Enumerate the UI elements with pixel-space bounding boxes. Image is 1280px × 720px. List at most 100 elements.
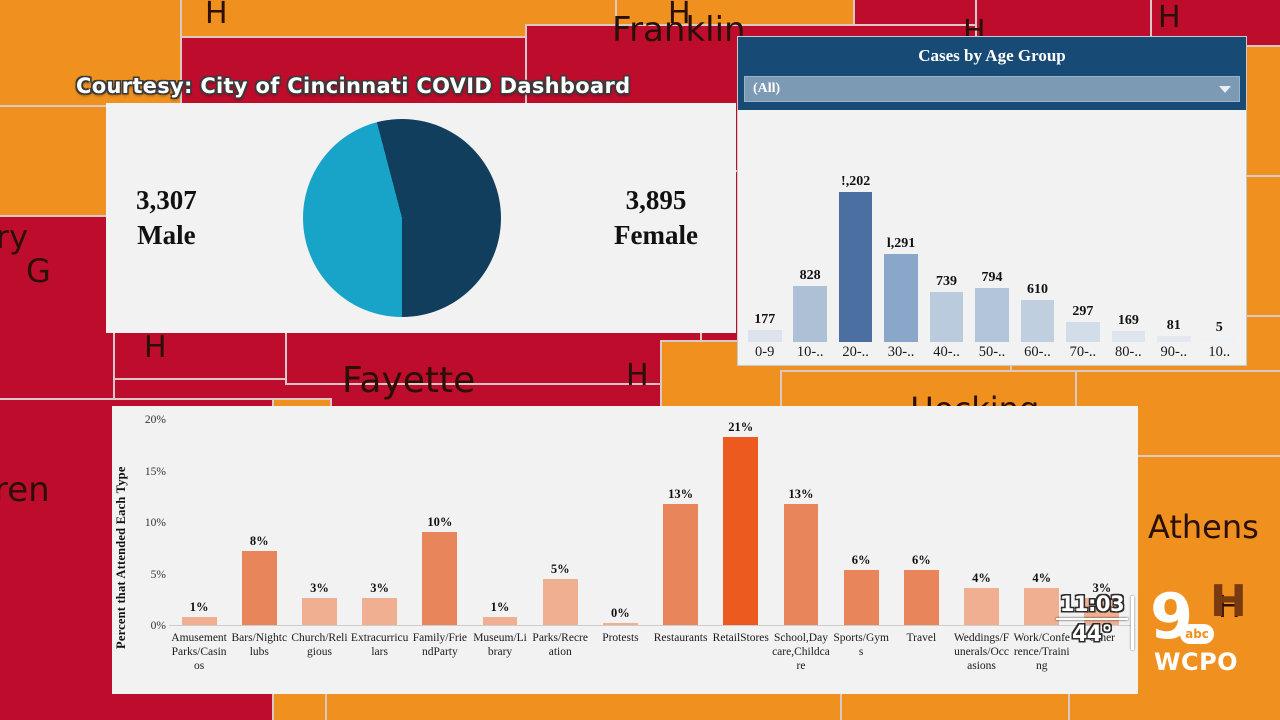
age-bar[interactable] [838, 192, 873, 342]
age-tick-label: 90-.. [1160, 344, 1188, 360]
activity-bar[interactable] [903, 569, 939, 626]
activity-bar[interactable] [302, 597, 337, 626]
time-temperature-widget: 11:03 44° [1046, 592, 1138, 647]
age-bar[interactable] [1066, 321, 1100, 342]
activity-category-label: Amusement Parks/Casinos [171, 632, 227, 673]
pie-circle [303, 119, 502, 317]
age-group-dropdown-value: (All) [753, 81, 781, 96]
map-label: Fayette [342, 360, 476, 401]
age-bar[interactable] [884, 254, 918, 342]
activity-category-label: Church/Religious [291, 632, 348, 659]
map-label: H [668, 0, 691, 31]
activity-bar-column: 0% [590, 420, 650, 626]
activity-bar-column: 13% [651, 420, 711, 626]
activity-bar-value: 3% [310, 580, 329, 595]
age-bar[interactable] [1111, 330, 1146, 342]
activity-bar[interactable] [663, 503, 699, 626]
age-bar-value: 610 [1026, 282, 1048, 298]
activity-category-label: Sports/Gyms [833, 632, 889, 659]
activity-bar-value: 3% [370, 580, 390, 595]
divider [1056, 618, 1128, 620]
chevron-down-icon [1219, 85, 1231, 93]
activity-bar-value: 10% [427, 515, 453, 529]
age-tick-label: 10.. [1208, 344, 1231, 360]
age-bar[interactable] [975, 287, 1009, 342]
male-stat: 3,307 Male [136, 183, 197, 252]
age-bar-column: 828 [787, 110, 832, 342]
age-bar[interactable] [929, 291, 964, 342]
activity-bar[interactable] [422, 532, 458, 626]
map-label: H [1158, 0, 1181, 35]
activity-bars: 1% 8% 3% 3% 10% 1% 5% 0% 13% 21% 13% 6% 6% 4% 4% 3% [169, 420, 1132, 626]
age-bar[interactable] [747, 329, 782, 342]
age-bar-column: 169 [1106, 110, 1151, 342]
activity-bar[interactable] [362, 597, 398, 626]
activity-y-tick: 20% [144, 414, 166, 426]
logo-callsign: WCPO [1154, 648, 1239, 676]
map-label: H [205, 0, 228, 31]
age-tick-label: 30-.. [887, 344, 915, 360]
age-bar-column: 297 [1060, 110, 1105, 342]
abc-network-icon: abc [1180, 624, 1214, 644]
activity-bar-value: 1% [189, 599, 209, 614]
map-label: ren [0, 470, 50, 510]
activity-category-label: Restaurants [653, 632, 708, 644]
age-bar-column: 177 [742, 110, 787, 342]
activity-y-tick: 0% [150, 620, 166, 632]
activity-y-tick: 10% [144, 517, 166, 529]
map-label: G [26, 252, 51, 290]
age-bar-value: 739 [936, 273, 958, 289]
age-bar[interactable] [1202, 338, 1237, 342]
activity-bar-value: 13% [668, 486, 694, 501]
activity-bar[interactable] [723, 437, 759, 626]
current-temperature: 44° [1071, 622, 1113, 647]
activity-bar[interactable] [241, 550, 277, 626]
age-tick-label: 70-.. [1069, 344, 1097, 360]
age-filter-zone: (All) [738, 76, 1246, 110]
age-bar-column: 794 [969, 110, 1014, 342]
activity-category-label: Protests [602, 632, 639, 644]
age-bar-column: !,202 [833, 110, 878, 342]
vertical-divider [1131, 596, 1134, 650]
logo-hd-suffix: H [1210, 576, 1247, 627]
activity-bar-column: 10% [410, 420, 470, 626]
activity-bar-column: 3% [289, 420, 349, 626]
age-bar-column: 739 [924, 110, 969, 342]
male-label: Male [137, 220, 196, 250]
activity-bar[interactable] [964, 588, 999, 626]
age-bar-value: 794 [981, 269, 1003, 285]
age-group-dropdown[interactable]: (All) [744, 76, 1240, 102]
activity-category-label: Weddings/Funerals/Occasions [953, 632, 1010, 673]
age-tick-label: 60-.. [1024, 344, 1051, 360]
male-count: 3,307 [136, 185, 197, 216]
cases-by-sex-panel: 3,307 Male 3,895 Female [106, 103, 736, 333]
age-bar[interactable] [1020, 300, 1055, 342]
activity-bar-value: 13% [788, 486, 814, 501]
female-count: 3,895 [625, 185, 687, 216]
activity-bar[interactable] [542, 579, 578, 626]
activity-category-label: Parks/Recreation [532, 632, 588, 659]
wcpo-logo: H 9 abc WCPO [1148, 580, 1258, 677]
activity-bar-value: 8% [249, 533, 269, 548]
age-x-axis: 0-9 10-.. 20-.. 30-.. 40-.. 50-.. 60-.. 70-.. 80… [738, 342, 1246, 365]
activity-bar-value: 5% [550, 562, 570, 576]
female-stat: 3,895 Female [614, 183, 698, 252]
age-bar[interactable] [793, 285, 827, 342]
activity-bar[interactable] [843, 569, 879, 626]
sex-pie-chart [303, 119, 502, 317]
activity-bar-column: 13% [771, 420, 831, 626]
age-bar-value: 177 [754, 311, 776, 327]
female-label: Female [614, 220, 698, 250]
activity-attendance-panel: Percent that Attended Each Type 0% 5% 10% 1… [112, 406, 1138, 694]
age-bar[interactable] [1156, 336, 1191, 342]
activity-category-label: Museum/Library [473, 632, 527, 659]
age-bar-column: 81 [1151, 110, 1196, 342]
age-bar-chart: 177 828 !,202 l,291 739 794 610 297 169 81 5 [738, 110, 1246, 342]
age-bar-value: l,291 [886, 236, 916, 252]
age-bar-column: 5 [1197, 110, 1242, 342]
age-tick-label: 20-.. [842, 344, 869, 360]
map-county [0, 105, 115, 220]
activity-category-label: School,Daycare,Childcare [772, 632, 830, 673]
activity-bar[interactable] [783, 503, 819, 626]
activity-category-label: Family/FriendParty [412, 632, 467, 659]
